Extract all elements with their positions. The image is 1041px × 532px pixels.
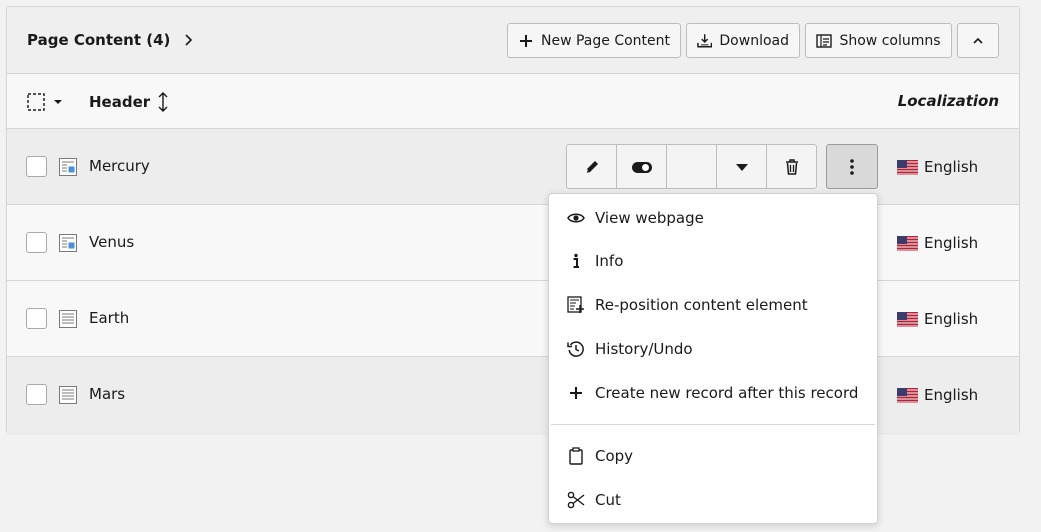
menu-divider bbox=[551, 424, 875, 425]
row-title-link[interactable]: Venus bbox=[89, 233, 134, 251]
row-language: English bbox=[897, 158, 978, 176]
menu-item-label: Create new record after this record bbox=[595, 384, 859, 402]
row-language-label: English bbox=[924, 158, 979, 176]
show-columns-label: Show columns bbox=[839, 32, 941, 49]
row-language-label: English bbox=[924, 234, 979, 252]
row-title-link[interactable]: Earth bbox=[89, 309, 129, 327]
sort-icon bbox=[158, 92, 168, 112]
row-language: English bbox=[897, 386, 978, 404]
toggle-icon bbox=[631, 161, 652, 173]
collapse-button[interactable] bbox=[957, 23, 999, 58]
menu-item-info[interactable]: Info bbox=[549, 241, 877, 281]
row-title-link[interactable]: Mercury bbox=[89, 157, 150, 175]
hide-toggle-button[interactable] bbox=[616, 144, 667, 189]
flag-us-icon bbox=[897, 159, 918, 175]
plus-icon bbox=[570, 387, 582, 399]
header-column-sort[interactable]: Header bbox=[89, 92, 168, 112]
flag-us-icon bbox=[897, 387, 918, 403]
menu-item-label: View webpage bbox=[595, 209, 704, 227]
column-header-row: Header Localization bbox=[7, 74, 1019, 129]
row-language: English bbox=[897, 234, 978, 252]
delete-button[interactable] bbox=[766, 144, 817, 189]
new-page-content-label: New Page Content bbox=[541, 32, 671, 49]
localization-column-label: Localization bbox=[897, 92, 999, 110]
row-checkbox[interactable] bbox=[26, 232, 47, 253]
eye-icon bbox=[567, 213, 585, 223]
content-image-icon bbox=[59, 158, 77, 176]
menu-item-label: Copy bbox=[595, 447, 634, 465]
blank-action-button bbox=[666, 144, 717, 189]
history-icon bbox=[567, 341, 584, 357]
kebab-menu-icon bbox=[850, 158, 854, 175]
row-language-label: English bbox=[924, 310, 979, 328]
clipboard-icon bbox=[569, 447, 583, 465]
content-text-icon bbox=[59, 310, 77, 328]
row-checkbox[interactable] bbox=[26, 308, 47, 329]
new-page-content-button[interactable]: New Page Content bbox=[507, 23, 681, 58]
menu-item-cut[interactable]: Cut bbox=[549, 480, 877, 520]
row-checkbox[interactable] bbox=[26, 384, 47, 405]
caret-down-icon bbox=[735, 163, 748, 171]
caret-down-icon bbox=[54, 100, 62, 104]
flag-us-icon bbox=[897, 235, 918, 251]
show-columns-button[interactable]: Show columns bbox=[805, 23, 952, 58]
download-icon bbox=[697, 33, 713, 47]
panel-title-toggle[interactable]: Page Content (4) bbox=[27, 31, 194, 49]
header-column-label: Header bbox=[89, 93, 151, 111]
chevron-right-icon bbox=[185, 34, 193, 46]
menu-item-reposition[interactable]: Re-position content element bbox=[549, 285, 877, 325]
select-all-icon bbox=[27, 93, 45, 111]
menu-item-label: Re-position content element bbox=[595, 296, 808, 314]
row-action-group bbox=[566, 144, 817, 190]
menu-item-history-undo[interactable]: History/Undo bbox=[549, 329, 877, 369]
context-menu: View webpage Info Re-position content el… bbox=[548, 193, 878, 524]
more-dropdown-button[interactable] bbox=[716, 144, 767, 189]
flag-us-icon bbox=[897, 311, 918, 327]
menu-item-label: History/Undo bbox=[595, 340, 693, 358]
more-options-button[interactable] bbox=[826, 144, 878, 189]
info-icon bbox=[573, 253, 579, 268]
scissors-icon bbox=[567, 491, 585, 509]
trash-icon bbox=[785, 158, 798, 175]
row-language: English bbox=[897, 310, 978, 328]
menu-item-view-webpage[interactable]: View webpage bbox=[549, 198, 877, 238]
columns-icon bbox=[816, 33, 833, 48]
content-text-icon bbox=[59, 386, 77, 404]
row-language-label: English bbox=[924, 386, 979, 404]
panel-title: Page Content (4) bbox=[27, 31, 171, 49]
plus-icon bbox=[520, 34, 532, 47]
menu-item-label: Cut bbox=[595, 491, 621, 509]
chevron-up-icon bbox=[973, 37, 983, 44]
row-checkbox[interactable] bbox=[26, 156, 47, 177]
menu-item-copy[interactable]: Copy bbox=[549, 436, 877, 476]
panel-header: Page Content (4) New Page Content Downlo… bbox=[7, 7, 1019, 74]
reposition-icon bbox=[567, 296, 584, 313]
menu-item-label: Info bbox=[595, 252, 624, 270]
content-image-icon bbox=[59, 234, 77, 252]
select-all-dropdown[interactable] bbox=[27, 93, 63, 111]
row-title-link[interactable]: Mars bbox=[89, 385, 125, 403]
edit-icon bbox=[585, 160, 598, 173]
download-label: Download bbox=[719, 32, 789, 49]
menu-item-create-new-record[interactable]: Create new record after this record bbox=[549, 373, 877, 413]
edit-button[interactable] bbox=[566, 144, 617, 189]
download-button[interactable]: Download bbox=[686, 23, 800, 58]
